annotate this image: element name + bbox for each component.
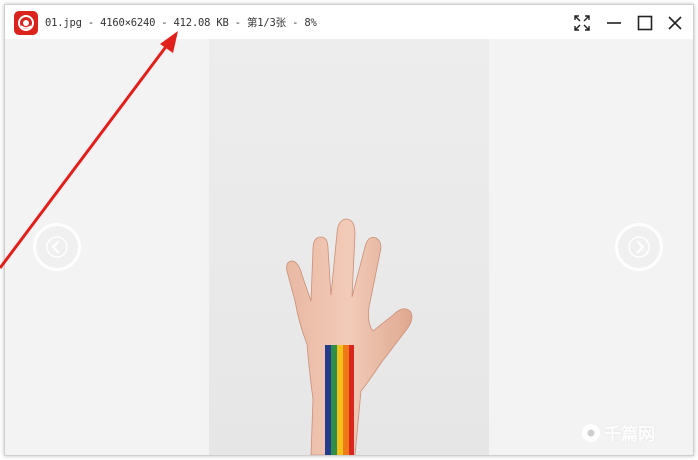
maximize-button[interactable] xyxy=(633,11,657,35)
window-title: 01.jpg - 4160×6240 - 412.08 KB - 第1/3张 -… xyxy=(45,17,317,29)
displayed-photo xyxy=(209,39,489,455)
maximize-icon xyxy=(637,15,653,31)
previous-image-button[interactable] xyxy=(33,223,81,271)
app-logo-icon xyxy=(14,11,38,35)
image-viewer-window: 01.jpg - 4160×6240 - 412.08 KB - 第1/3张 -… xyxy=(4,4,694,456)
minimize-button[interactable] xyxy=(602,11,626,35)
watermark: 千篇网 xyxy=(582,420,655,445)
chevron-right-icon xyxy=(628,236,650,258)
image-viewport[interactable] xyxy=(5,39,693,455)
hand-rainbow-photo xyxy=(286,218,413,455)
minimize-icon xyxy=(607,22,621,24)
next-image-button[interactable] xyxy=(615,223,663,271)
watermark-logo-icon xyxy=(582,423,600,442)
chevron-left-icon xyxy=(46,236,68,258)
title-bar[interactable]: 01.jpg - 4160×6240 - 412.08 KB - 第1/3张 -… xyxy=(5,5,693,39)
close-icon xyxy=(668,16,682,30)
fullscreen-icon xyxy=(574,15,590,31)
close-button[interactable] xyxy=(663,11,687,35)
fullscreen-button[interactable] xyxy=(570,11,594,35)
watermark-text: 千篇网 xyxy=(604,425,655,445)
